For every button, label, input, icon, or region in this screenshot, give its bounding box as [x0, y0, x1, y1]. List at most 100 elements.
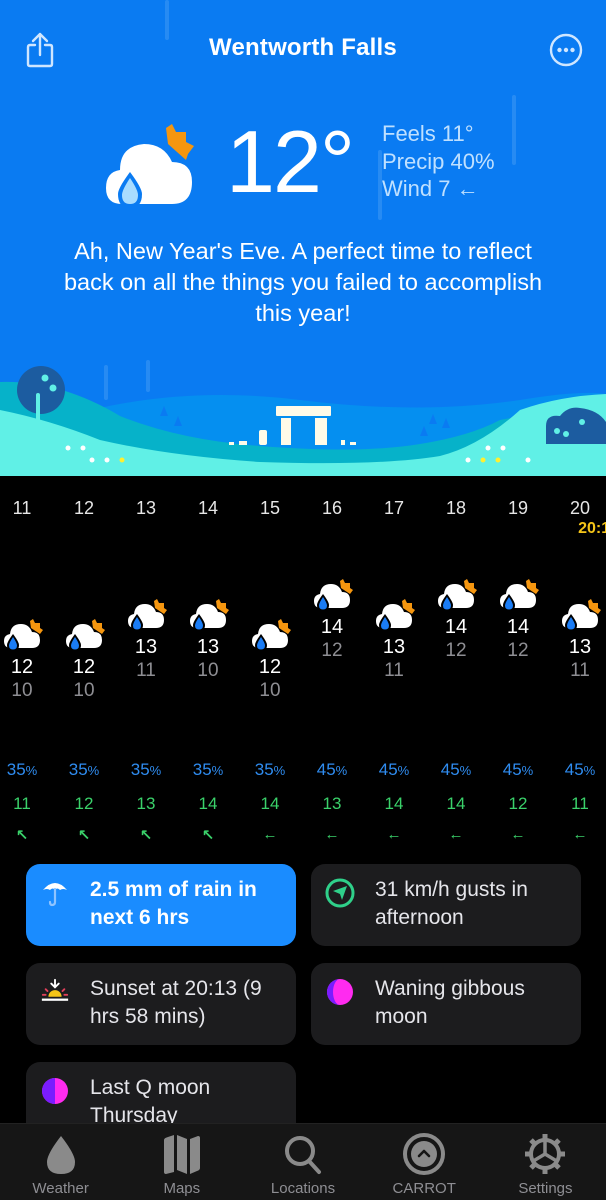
- more-options-button[interactable]: [544, 28, 588, 72]
- carrot-icon: [403, 1133, 446, 1175]
- hour-label: 18: [445, 498, 467, 518]
- forecast-low: 11: [384, 660, 404, 681]
- hour-column[interactable]: 12 12 10 35% 12 ↖: [53, 476, 115, 856]
- precip-percent: 45%: [363, 760, 425, 780]
- hour-label: 20: [569, 498, 591, 518]
- feels-like: Feels 11°: [382, 121, 474, 146]
- forecast-high: 13: [196, 636, 220, 658]
- precip-percent: 45%: [549, 760, 606, 780]
- tab-carrot[interactable]: CARROT: [364, 1124, 485, 1200]
- percent-sign: %: [149, 763, 162, 778]
- cloud-sun-rain-icon: [190, 599, 229, 631]
- wind-speed: 11: [13, 794, 31, 813]
- precip-percent: 45%: [425, 760, 487, 780]
- wind-direction-arrow: ↖: [139, 827, 153, 844]
- forecast-high: 13: [382, 636, 406, 658]
- precip-chance: Precip 40%: [382, 148, 495, 174]
- hour-column[interactable]: 2020:13131145%11←: [549, 476, 606, 856]
- precip-value: 45: [440, 760, 460, 779]
- forecast-low: 11: [570, 660, 590, 681]
- wind-speed: 11: [571, 794, 589, 813]
- wind-speed: 12: [508, 794, 528, 813]
- hour-column[interactable]: 13 13 11 35% 13 ↖: [115, 476, 177, 856]
- more-ellipsis-icon: [549, 33, 583, 67]
- tab-locations[interactable]: Locations: [242, 1124, 363, 1200]
- cloud-sun-rain-icon: [66, 619, 105, 651]
- hour-label: 14: [197, 498, 219, 518]
- forecast-low: 10: [11, 680, 33, 701]
- tab-settings[interactable]: Settings: [485, 1124, 606, 1200]
- rain-summary-card[interactable]: 2.5 mm of rain in next 6 hrs: [26, 864, 296, 946]
- card-text: 2.5 mm of rain in next 6 hrs: [90, 878, 257, 929]
- map-icon: [163, 1135, 200, 1174]
- card-text: 31 km/h gusts in afternoon: [375, 878, 528, 929]
- tab-label: Locations: [270, 1180, 336, 1197]
- hour-label: 12: [73, 498, 95, 518]
- tab-weather[interactable]: Weather: [0, 1124, 121, 1200]
- precip-value: 35: [130, 760, 150, 779]
- current-temperature: 12°: [226, 112, 355, 211]
- sunset-card[interactable]: Sunset at 20:13 (9 hrs 58 mins): [26, 963, 296, 1045]
- percent-sign: %: [521, 763, 534, 778]
- hour-column[interactable]: 15 12 10 35% 14 ←: [239, 476, 301, 856]
- precip-value: 45: [316, 760, 336, 779]
- percent-sign: %: [459, 763, 472, 778]
- hero-section: Wentworth Falls 12° Feels 11° Precip 40%…: [0, 0, 606, 476]
- precip-percent: 35%: [177, 760, 239, 780]
- umbrella-icon: [43, 883, 67, 907]
- hour-column[interactable]: 18 14 12 45% 14 ←: [425, 476, 487, 856]
- forecast-high: 12: [10, 656, 34, 678]
- precip-value: 45: [378, 760, 398, 779]
- tab-label: Weather: [32, 1180, 89, 1197]
- forecast-low: 12: [321, 640, 343, 661]
- precip-value: 35: [254, 760, 274, 779]
- wind-direction-arrow: ←: [386, 826, 402, 843]
- forecast-low: 12: [507, 640, 529, 661]
- hour-label: 16: [321, 498, 343, 518]
- hour-column[interactable]: 16 14 12 45% 13 ←: [301, 476, 363, 856]
- percent-sign: %: [397, 763, 410, 778]
- location-title[interactable]: Wentworth Falls: [0, 34, 606, 62]
- card-text: Waning gibbous moon: [375, 977, 525, 1028]
- forecast-high: 14: [444, 616, 468, 638]
- hour-column[interactable]: 17 13 11 45% 14 ←: [363, 476, 425, 856]
- hour-column[interactable]: 19 14 12 45% 12 ←: [487, 476, 549, 856]
- wind-direction-arrow: ↖: [201, 827, 215, 844]
- precip-value: 45: [564, 760, 584, 779]
- hour-label: 17: [383, 498, 405, 518]
- cloud-sun-rain-icon: [252, 619, 291, 651]
- hour-label: 11: [12, 498, 32, 518]
- wind-speed: 14: [384, 794, 404, 813]
- tab-bar: Weather Maps Locations CARROT Settings: [0, 1123, 606, 1200]
- hour-label: 19: [507, 498, 529, 518]
- hour-column[interactable]: 11 12 10 35% 11 ↖: [0, 476, 53, 856]
- wind-speed: 12: [74, 794, 94, 813]
- hour-column[interactable]: 14 13 10 35% 14 ↖: [177, 476, 239, 856]
- cloud-sun-rain-icon: [376, 599, 415, 631]
- forecast-high: 12: [72, 656, 96, 678]
- wind-direction-arrow: ←: [448, 826, 464, 843]
- forecast-high: 14: [320, 616, 344, 638]
- precip-percent: 45%: [301, 760, 363, 780]
- cloud-sun-rain-icon: [106, 124, 194, 208]
- tab-label: Maps: [163, 1180, 201, 1197]
- hourly-forecast[interactable]: 11 12 10 35% 11 ↖ 12 12 10 35% 12 ↖ 13 13 11 35% 13 ↖ 14 13…: [0, 476, 606, 856]
- tab-label: CARROT: [392, 1180, 456, 1197]
- forecast-low: 10: [259, 680, 281, 701]
- wind-gust-icon: [325, 878, 355, 908]
- precip-percent: 35%: [0, 760, 53, 780]
- hour-label: 15: [259, 498, 281, 518]
- wind-speed: Wind 7 ←: [382, 176, 479, 201]
- search-icon: [285, 1136, 321, 1174]
- percent-sign: %: [583, 763, 596, 778]
- card-text: Last Q moon Thursday: [90, 1076, 211, 1127]
- sunset-marker: 20:13: [578, 520, 606, 537]
- percent-sign: %: [335, 763, 348, 778]
- wind-direction-arrow: ↖: [77, 827, 91, 844]
- wind-gust-card[interactable]: 31 km/h gusts in afternoon: [311, 864, 581, 946]
- wind-direction-arrow: ←: [510, 826, 526, 843]
- cloud-sun-rain-icon: [438, 579, 477, 611]
- percent-sign: %: [273, 763, 286, 778]
- moon-phase-card[interactable]: Waning gibbous moon: [311, 963, 581, 1045]
- tab-maps[interactable]: Maps: [121, 1124, 242, 1200]
